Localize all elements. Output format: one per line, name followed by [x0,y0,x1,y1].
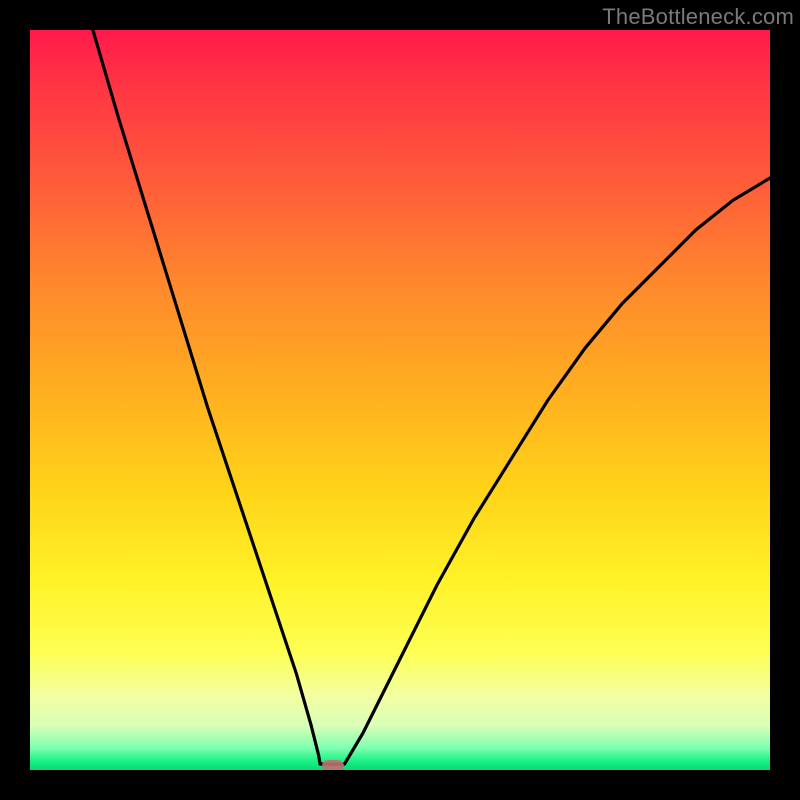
watermark-text: TheBottleneck.com [602,4,794,30]
optimum-marker [322,760,344,770]
outer-frame: TheBottleneck.com [0,0,800,800]
curve-path [93,30,770,764]
plot-area [30,30,770,770]
bottleneck-curve [30,30,770,770]
